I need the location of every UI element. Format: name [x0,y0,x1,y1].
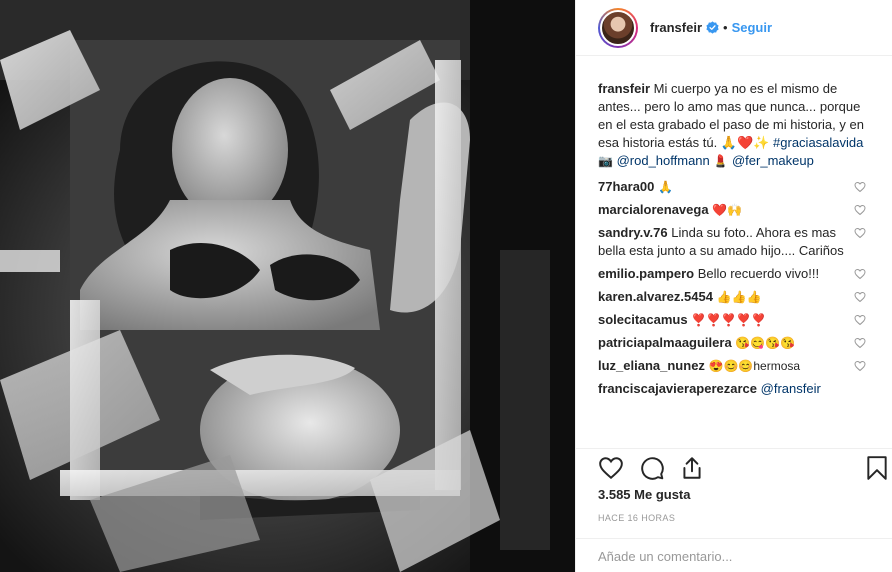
action-bar [576,448,892,489]
comment-item: emilio.pampero Bello recuerdo vivo!!! [598,265,880,283]
like-comment-icon[interactable] [854,314,866,326]
comment-item: 77hara00 🙏 [598,178,880,196]
comment-text: Bello recuerdo vivo!!! [697,266,820,281]
comment-item: karen.alvarez.5454 👍👍👍 [598,288,880,306]
comment-username[interactable]: 77hara00 [598,179,654,194]
post-sidebar: fransfeir • Seguir fransfeir Mi cuerpo y… [575,0,892,572]
comment-icon[interactable] [639,455,665,481]
comment-username[interactable]: marcialorenavega [598,202,709,217]
mention-link[interactable]: @fer_makeup [732,153,814,168]
hashtag-link[interactable]: #graciasalavida [773,135,863,150]
separator-dot: • [723,20,728,35]
share-icon[interactable] [679,455,705,481]
bookmark-icon[interactable] [864,455,890,481]
lipstick-emoji: 💄 [713,154,729,168]
comment-username[interactable]: karen.alvarez.5454 [598,289,713,304]
comment-username[interactable]: sandry.v.76 [598,225,668,240]
like-comment-icon[interactable] [854,291,866,303]
comment-text: 🙏 [658,180,673,194]
post-timestamp: HACE 16 HORAS [598,513,676,523]
comment-text: ❣️❣️❣️❣️❣️ [691,313,766,327]
comment-text: 😍😊😊hermosa [708,359,801,373]
add-comment-input[interactable]: Añade un comentario... [576,538,892,572]
camera-emoji: 📷 [598,154,613,168]
comment-username[interactable]: franciscajavieraperezarce [598,381,757,396]
mention-link[interactable]: @fransfeir [761,381,821,396]
comment-username[interactable]: patriciapalmaaguilera [598,335,732,350]
comment-text: 😘😋😘😘 [735,336,796,350]
likes-count[interactable]: 3.585 Me gusta [598,487,691,502]
comment-item: franciscajavieraperezarce @fransfeir [598,380,880,398]
like-comment-icon[interactable] [854,337,866,349]
like-comment-icon[interactable] [854,181,866,193]
like-comment-icon[interactable] [854,227,866,239]
comment-item: marcialorenavega ❤️🙌 [598,201,880,219]
comment-username[interactable]: solecitacamus [598,312,688,327]
comment-text: 👍👍👍 [716,290,762,304]
comment-item: patriciapalmaaguilera 😘😋😘😘 [598,334,880,352]
comment-item: luz_eliana_nunez 😍😊😊hermosa [598,357,880,375]
photo-image [0,0,575,572]
header-username[interactable]: fransfeir [650,20,702,35]
comment-username[interactable]: emilio.pampero [598,266,694,281]
comment-item: sandry.v.76 Linda su foto.. Ahora es mas… [598,224,880,260]
comments-list[interactable]: fransfeir Mi cuerpo ya no es el mismo de… [576,56,892,441]
post-photo[interactable] [0,0,575,572]
mention-link[interactable]: @rod_hoffmann [617,153,710,168]
comment-username[interactable]: luz_eliana_nunez [598,358,705,373]
avatar[interactable] [598,7,638,48]
comment-text: ❤️🙌 [712,203,743,217]
instagram-post-view: fransfeir • Seguir fransfeir Mi cuerpo y… [0,0,892,572]
follow-button[interactable]: Seguir [732,20,772,35]
caption: fransfeir Mi cuerpo ya no es el mismo de… [598,80,880,170]
verified-icon [706,21,719,34]
like-comment-icon[interactable] [854,360,866,372]
comment-item: solecitacamus ❣️❣️❣️❣️❣️ [598,311,880,329]
like-comment-icon[interactable] [854,204,866,216]
caption-username[interactable]: fransfeir [598,81,650,96]
post-header: fransfeir • Seguir [576,0,892,56]
heart-icon[interactable] [598,455,624,481]
like-comment-icon[interactable] [854,268,866,280]
